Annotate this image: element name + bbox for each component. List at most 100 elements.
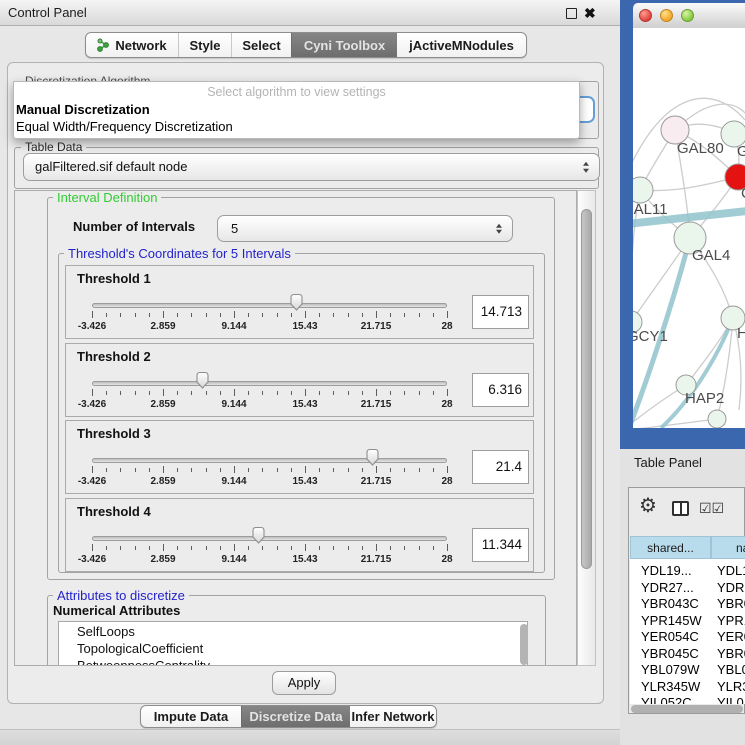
popup-option-manual[interactable]: Manual Discretization xyxy=(16,102,150,117)
table-row[interactable]: YDR27...YDR2 xyxy=(630,580,745,597)
checkbox-icons[interactable]: ☑☑ xyxy=(699,500,724,517)
attribute-item[interactable]: BetweennessCentrality xyxy=(77,658,210,666)
split-columns-icon[interactable] xyxy=(672,501,689,516)
tab-label: Select xyxy=(242,38,280,53)
minor-tick xyxy=(419,391,420,395)
column-header-shared[interactable]: shared... xyxy=(630,536,711,559)
tick-label: 28 xyxy=(417,399,477,410)
tick-label: 2.859 xyxy=(133,321,193,332)
major-tick xyxy=(305,544,306,551)
window-title: Control Panel xyxy=(8,0,87,25)
tab-infer-network[interactable]: Infer Network xyxy=(350,706,436,727)
table-row[interactable]: YBL079WYBL0 xyxy=(630,662,745,679)
minor-tick xyxy=(277,468,278,472)
attribute-item[interactable]: TopologicalCoefficient xyxy=(77,641,203,656)
control-panel-titlebar: Control Panel ✖ xyxy=(0,0,620,26)
minor-tick xyxy=(106,313,107,317)
panel-scrollbar-track[interactable] xyxy=(577,190,596,666)
threshold-value-field[interactable]: 21.4 xyxy=(472,450,529,484)
minor-tick xyxy=(262,468,263,472)
slider-track[interactable] xyxy=(92,536,447,541)
cell-name: YBR0 xyxy=(717,596,745,611)
network-node[interactable] xyxy=(708,410,726,428)
mac-close-icon[interactable] xyxy=(639,9,652,22)
table-row[interactable]: YBR043CYBR0 xyxy=(630,596,745,613)
table-row[interactable]: YLR345WYLR3 xyxy=(630,679,745,696)
tick-label: 15.43 xyxy=(275,321,335,332)
threshold-label: Threshold 4 xyxy=(77,504,151,519)
tab-label: Network xyxy=(115,38,166,53)
tick-label: -3.426 xyxy=(62,321,122,332)
apply-button[interactable]: Apply xyxy=(272,671,336,695)
table-row[interactable]: YER054CYER0 xyxy=(630,629,745,646)
table-hscrollbar-thumb[interactable] xyxy=(631,705,743,713)
tab-jactivemnodules[interactable]: jActiveMNodules xyxy=(397,33,526,57)
gear-icon[interactable]: ⚙ xyxy=(639,496,657,516)
slider-track[interactable] xyxy=(92,381,447,386)
table-data-combo[interactable]: galFiltered.sif default node xyxy=(23,153,600,181)
minor-tick xyxy=(277,546,278,550)
panel-scrollbar-thumb[interactable] xyxy=(581,209,592,569)
slider-thumb[interactable] xyxy=(364,448,381,471)
slider-thumb[interactable] xyxy=(250,526,267,549)
minor-tick xyxy=(319,546,320,550)
minor-tick xyxy=(319,391,320,395)
network-node-gal11[interactable] xyxy=(633,177,653,203)
threshold-value-field[interactable]: 11.344 xyxy=(472,528,529,562)
table-row[interactable]: YBR045CYBR0 xyxy=(630,646,745,663)
threshold-label: Threshold 3 xyxy=(77,426,151,441)
threshold-value-field[interactable]: 14.713 xyxy=(472,295,529,329)
tab-style[interactable]: Style xyxy=(178,33,231,57)
column-header-name[interactable]: na xyxy=(711,536,745,559)
table-panel-title: Table Panel xyxy=(634,455,702,470)
minor-tick xyxy=(404,546,405,550)
threshold-value-field[interactable]: 6.316 xyxy=(472,373,529,407)
table-row[interactable]: YDL19...YDL1 xyxy=(630,563,745,580)
minor-tick xyxy=(433,468,434,472)
mac-minimize-icon[interactable] xyxy=(660,9,673,22)
float-window-icon[interactable] xyxy=(566,8,577,19)
table-row[interactable]: YIL052CYIL0 xyxy=(630,695,745,704)
minor-tick xyxy=(206,313,207,317)
minor-tick xyxy=(277,391,278,395)
slider-thumb[interactable] xyxy=(288,293,305,316)
cell-shared-name: YBL079W xyxy=(641,662,700,677)
minor-tick xyxy=(220,391,221,395)
close-icon[interactable]: ✖ xyxy=(584,3,596,23)
minor-tick xyxy=(433,546,434,550)
minor-tick xyxy=(106,468,107,472)
minor-tick xyxy=(348,546,349,550)
minor-tick xyxy=(262,313,263,317)
slider-thumb[interactable] xyxy=(194,371,211,394)
tab-cyni-toolbox[interactable]: Cyni Toolbox xyxy=(291,33,397,57)
major-tick xyxy=(234,466,235,473)
threshold-row-2: Threshold 2-3.4262.8599.14415.4321.71528… xyxy=(65,343,534,417)
number-of-intervals-combo[interactable]: 5 xyxy=(217,215,513,242)
node-label: HAP2 xyxy=(685,390,724,407)
network-canvas[interactable]: GAL80GACGAL11GAL4GCY1HHAP2 xyxy=(633,28,745,428)
minor-tick xyxy=(333,313,334,317)
attribute-item[interactable]: SelfLoops xyxy=(77,624,135,639)
tab-discretize-data[interactable]: Discretize Data xyxy=(241,706,350,727)
list-scrollbar-thumb[interactable] xyxy=(520,624,528,665)
table-row[interactable]: YPR145WYPR1 xyxy=(630,613,745,630)
minor-tick xyxy=(419,313,420,317)
mac-zoom-icon[interactable] xyxy=(681,9,694,22)
tab-impute-data[interactable]: Impute Data xyxy=(141,706,241,727)
major-tick xyxy=(305,389,306,396)
popup-option-equal-width[interactable]: Equal Width/Frequency Discretization xyxy=(16,119,233,134)
minor-tick xyxy=(149,313,150,317)
table-data-combo-value: galFiltered.sif default node xyxy=(35,154,187,180)
cell-name: YDR2 xyxy=(717,580,745,595)
tab-select[interactable]: Select xyxy=(231,33,291,57)
slider-track[interactable] xyxy=(92,303,447,308)
network-window-titlebar[interactable] xyxy=(633,3,745,29)
tab-network[interactable]: Network xyxy=(86,33,178,57)
numerical-attributes-list[interactable]: SelfLoops TopologicalCoefficient Betweenne… xyxy=(58,621,528,666)
cell-name: YBR0 xyxy=(717,646,745,661)
minor-tick xyxy=(177,313,178,317)
tick-label: 2.859 xyxy=(133,399,193,410)
top-tab-bar: Network Style Select Cyni ToolboxjActiveMNo… xyxy=(85,32,527,58)
slider-track[interactable] xyxy=(92,458,447,463)
thresholds-group-title: Threshold's Coordinates for 5 Intervals xyxy=(64,246,295,261)
